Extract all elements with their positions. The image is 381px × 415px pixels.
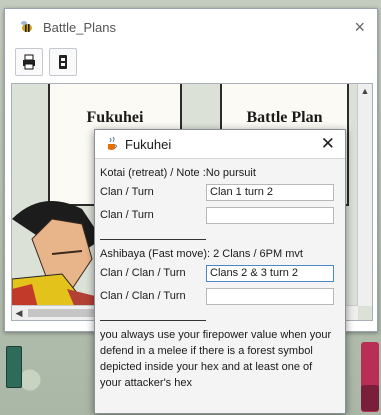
ashibaya-clan-turn-field-1[interactable] <box>206 264 334 282</box>
ashibaya-note: Ashibaya (Fast move): 2 Clans / 6PM mvt <box>100 248 303 260</box>
form-row: Clan / Clan / Turn <box>100 285 341 307</box>
map-marker-dark-red[interactable] <box>361 385 379 411</box>
form-row: Clan / Turn <box>100 204 341 226</box>
form-row: Clan / Turn <box>100 181 341 203</box>
java-cup-icon <box>108 136 117 150</box>
vertical-scrollbar[interactable]: ▲ <box>357 84 372 306</box>
dialog-body: Kotai (retreat) / Note :No pursuit Clan … <box>95 159 345 391</box>
window-titlebar[interactable]: Battle_Plans × <box>5 9 377 45</box>
kotai-note: Kotai (retreat) / Note :No pursuit <box>100 167 256 179</box>
clan-turn-label: Clan / Turn <box>100 209 154 221</box>
close-icon[interactable]: × <box>354 18 365 36</box>
device-icon <box>59 55 67 69</box>
kotai-clan-turn-field-2[interactable] <box>206 206 334 224</box>
clan-clan-turn-label: Clan / Clan / Turn <box>100 267 186 279</box>
print-button[interactable] <box>15 48 43 76</box>
kotai-clan-turn-field-1[interactable] <box>206 183 334 201</box>
battle-plan-card-title: Battle Plan <box>246 109 323 126</box>
map-counter[interactable] <box>6 346 22 388</box>
dialog-titlebar[interactable]: Fukuhei ✕ <box>95 130 345 159</box>
scroll-left-arrow[interactable]: ◀ <box>12 306 26 320</box>
clan-turn-label: Clan / Turn <box>100 186 154 198</box>
bee-app-icon <box>21 21 32 32</box>
form-row: Clan / Clan / Turn <box>100 262 341 284</box>
fukuhei-dialog: Fukuhei ✕ Kotai (retreat) / Note :No pur… <box>94 129 346 414</box>
scroll-up-arrow[interactable]: ▲ <box>358 84 372 98</box>
fukuhei-card-title: Fukuhei <box>86 109 144 126</box>
dialog-title: Fukuhei <box>125 136 172 152</box>
print-icon <box>23 54 35 70</box>
window-toolbar <box>5 45 377 79</box>
device-button[interactable] <box>49 48 77 76</box>
dialog-close-icon[interactable]: ✕ <box>321 135 335 152</box>
divider <box>100 239 206 240</box>
ashibaya-clan-turn-field-2[interactable] <box>206 287 334 305</box>
rule-note-text: you always use your firepower value when… <box>100 329 332 389</box>
clan-clan-turn-label: Clan / Clan / Turn <box>100 290 186 302</box>
divider <box>100 320 206 321</box>
window-title: Battle_Plans <box>43 19 116 35</box>
